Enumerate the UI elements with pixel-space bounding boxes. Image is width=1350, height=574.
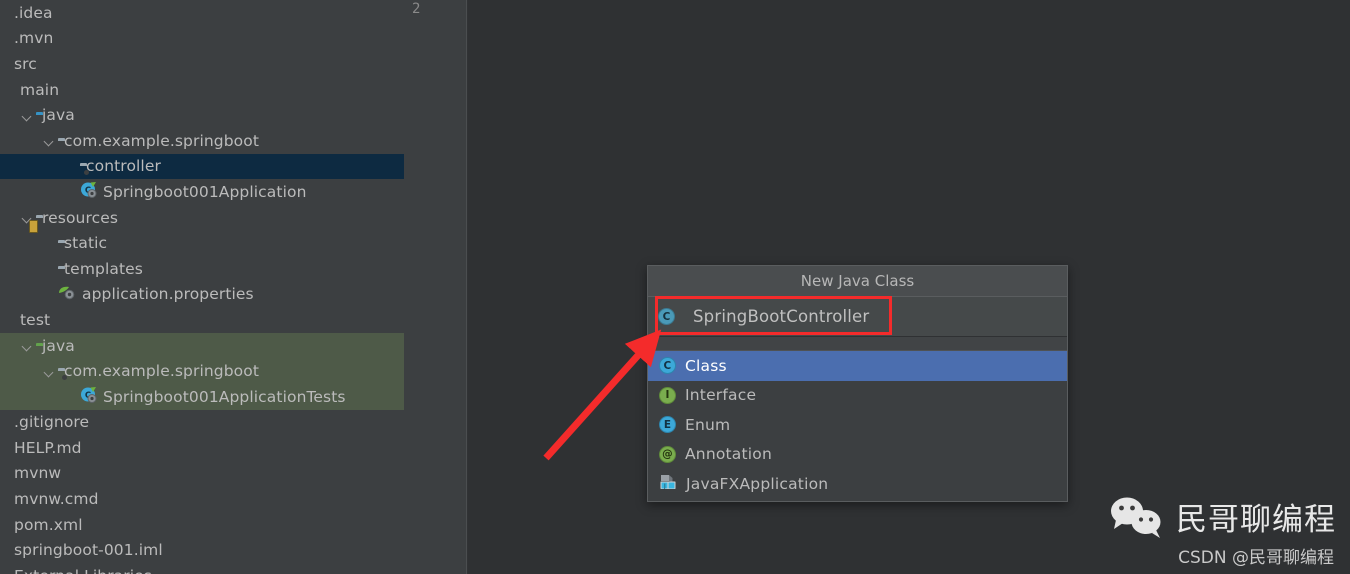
project-tree-panel[interactable]: .idea .mvn src main java com.example.springbo… [0,0,404,574]
tree-row-label: java [42,106,75,125]
chevron-down-icon[interactable] [44,135,55,146]
tree-row[interactable]: .mvn [0,26,404,52]
new-java-class-popup[interactable]: New Java Class C SpringBootController CC… [647,265,1068,502]
class-kind-label: Class [685,356,727,375]
class-kind-label: JavaFXApplication [686,474,829,493]
class-kind-item-class[interactable]: C Class [648,351,1067,381]
tree-row-label: resources [42,208,119,227]
enum-icon: E [659,416,676,434]
annotation-icon: @ [659,445,676,463]
class-name-value: SpringBootController [693,307,870,326]
chevron-down-icon[interactable] [44,366,55,377]
svg-text:J: J [663,483,666,490]
tree-row[interactable]: C Springboot001ApplicationTests [0,383,404,410]
class-kind-label: Interface [685,386,757,405]
class-icon: C [659,357,676,375]
tree-row[interactable]: resources [0,205,404,231]
tree-row[interactable]: C Springboot001Application [0,179,404,205]
class-kind-list[interactable]: C Class I Interface E Enum @ Annotation J JavaF… [648,351,1067,501]
tree-row-label: Springboot001Application [103,182,307,201]
class-kind-item-interface[interactable]: I Interface [648,381,1067,411]
ide-window: .idea .mvn src main java com.example.springbo… [0,0,1350,574]
tree-row-label: pom.xml [14,515,83,534]
tree-row-label: com.example.springboot [64,131,260,150]
javafx-icon: J [659,473,677,494]
tree-row-label: controller [86,157,161,176]
tree-row[interactable]: application.properties [0,282,404,308]
tree-row-label: com.example.springboot [64,362,260,381]
tree-row-label: .mvn [14,29,54,48]
tree-row[interactable]: com.example.springboot [0,358,404,384]
spring-class-icon: C [80,386,97,407]
tree-row[interactable]: main [0,77,404,103]
tree-row[interactable]: mvnw.cmd [0,486,404,512]
class-kind-item-annotation[interactable]: @ Annotation [648,440,1067,470]
tree-row[interactable]: java [0,332,404,359]
spring-class-icon: C [80,181,97,202]
tree-row-label: .gitignore [14,413,90,432]
tree-row-label: springboot-001.iml [14,541,163,560]
tree-row-label: main [20,80,60,99]
tree-row[interactable]: com.example.springboot [0,128,404,154]
tree-row[interactable]: External Libraries [0,563,404,574]
tree-row[interactable]: controller [0,153,404,180]
tree-row-label: application.properties [82,285,254,304]
tree-row-label: mvnw.cmd [14,490,99,509]
tree-row-label: mvnw [14,464,62,483]
class-name-input[interactable]: C SpringBootController [648,297,1067,337]
tree-row[interactable]: src [0,51,404,77]
interface-icon: I [659,386,676,404]
tree-row-label: static [64,234,108,253]
tree-row[interactable]: HELP.md [0,435,404,461]
tree-row-label: templates [64,259,143,278]
tree-row[interactable]: .idea [0,0,404,26]
tree-row[interactable]: mvnw [0,461,404,487]
class-kind-item-enum[interactable]: E Enum [648,410,1067,440]
chevron-down-icon[interactable] [22,110,33,121]
tree-row-label: .idea [14,3,53,22]
popup-separator [648,337,1067,351]
tree-row[interactable]: .gitignore [0,410,404,436]
class-kind-label: Enum [685,415,731,434]
class-kind-item-javafxapplication[interactable]: J JavaFXApplication [648,469,1067,499]
tree-row-label: Springboot001ApplicationTests [103,387,346,406]
tree-row-label: HELP.md [14,438,82,457]
popup-title: New Java Class [648,266,1067,297]
tree-row-label: src [14,54,37,73]
chevron-down-icon[interactable] [22,340,33,351]
line-number: 2 [412,1,421,17]
tree-row-label: External Libraries [14,567,152,574]
tree-row-label: java [42,336,75,355]
editor-gutter: 2 [404,0,467,574]
tree-row-label: test [20,310,51,329]
tree-row[interactable]: springboot-001.iml [0,537,404,563]
tree-row[interactable]: pom.xml [0,512,404,538]
spring-properties-icon [58,284,76,304]
tree-row[interactable]: static [0,230,404,256]
tree-row[interactable]: test [0,307,404,333]
class-kind-label: Annotation [685,445,773,464]
class-icon: C [658,308,675,325]
tree-row[interactable]: java [0,102,404,128]
tree-row[interactable]: templates [0,256,404,282]
